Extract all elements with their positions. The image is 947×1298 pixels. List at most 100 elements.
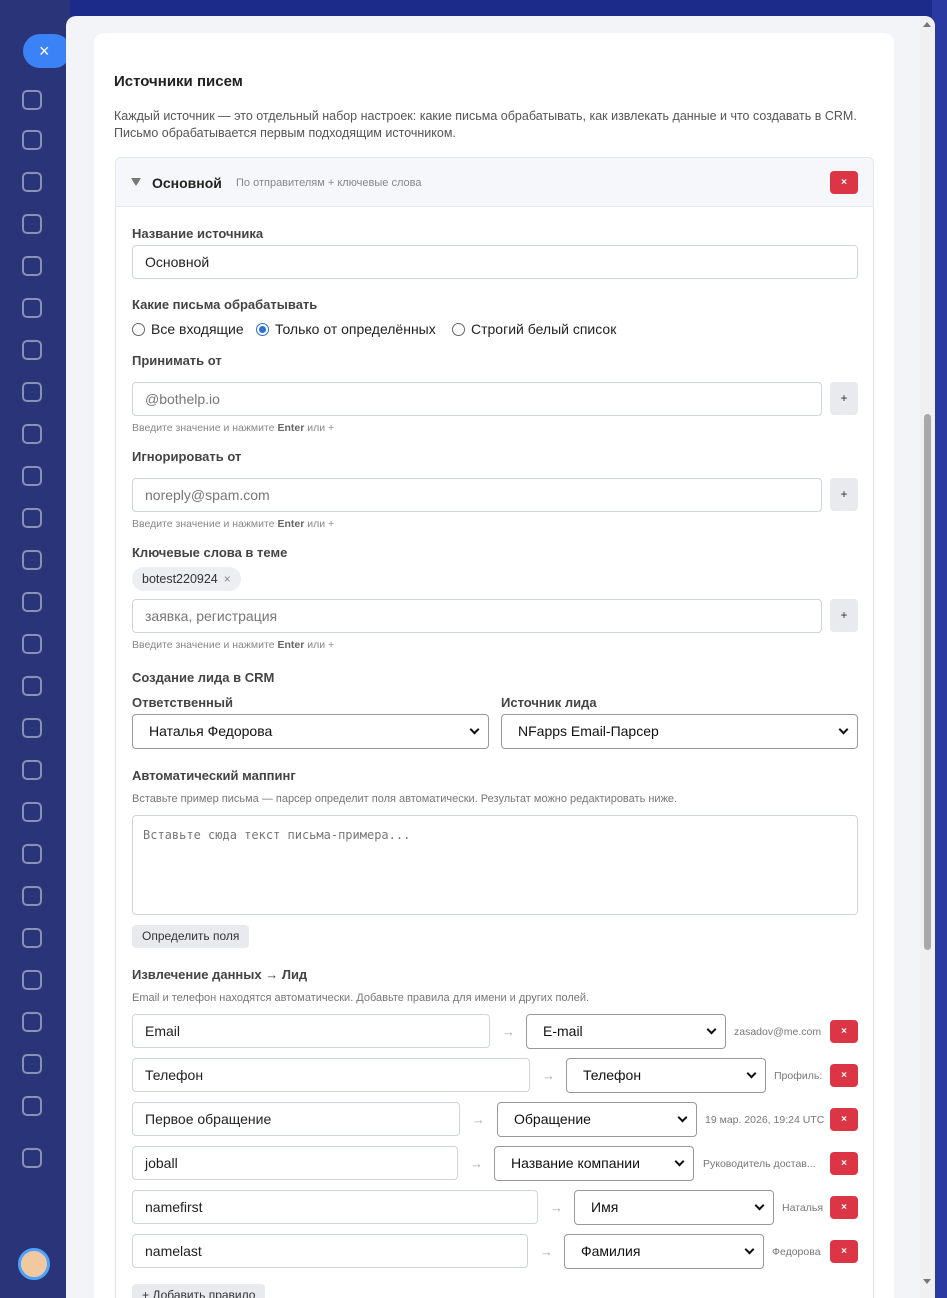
sidebar-icon	[22, 928, 42, 948]
input-hint: Введите значение и нажмите Enter или +	[132, 422, 335, 434]
rule-field-input[interactable]: namefirst	[132, 1190, 538, 1224]
ignore-from-label: Игнорировать от	[132, 449, 242, 464]
rule-target-select[interactable]: Телефон	[566, 1058, 766, 1093]
add-ignore-button[interactable]: +	[830, 478, 858, 511]
source-name-label: Название источника	[132, 226, 264, 241]
scrollbar-thumb[interactable]	[924, 414, 931, 950]
lead-section-title: Создание лида в CRM	[132, 670, 275, 685]
sidebar-icon	[22, 1012, 42, 1032]
keywords-input[interactable]: заявка, регистрация	[132, 599, 822, 633]
rule-arrow-icon: →	[472, 1112, 485, 1127]
rule-target-select[interactable]: Обращение	[497, 1102, 697, 1137]
source-name: Основной	[152, 175, 222, 191]
sidebar-icon	[22, 90, 42, 110]
ignore-from-input[interactable]: noreply@spam.com	[132, 478, 822, 512]
rule-target-select[interactable]: Имя	[574, 1190, 774, 1225]
rule-field-input[interactable]: namelast	[132, 1234, 528, 1268]
remove-chip-icon[interactable]: ×	[224, 572, 231, 586]
delete-rule-button[interactable]: ×	[830, 1152, 858, 1175]
source-header[interactable]: Основной По отправителям + ключевые слов…	[116, 158, 873, 207]
sidebar-icon	[22, 592, 42, 612]
chevron-down-icon	[746, 1068, 757, 1079]
accept-from-label: Принимать от	[132, 353, 222, 368]
close-icon: ×	[841, 1070, 847, 1081]
rule-target-select[interactable]: Фамилия	[564, 1234, 764, 1269]
rule-arrow-icon: →	[502, 1024, 515, 1039]
sample-email-textarea[interactable]: Вставьте сюда текст письма-примера...	[132, 815, 858, 915]
page-title: Источники писем	[114, 73, 243, 90]
rule-target-select[interactable]: Название компании	[494, 1146, 694, 1181]
delete-rule-button[interactable]: ×	[830, 1020, 858, 1043]
chevron-down-icon	[469, 724, 480, 735]
lead-source-select[interactable]: NFapps Email-Парсер	[501, 714, 858, 749]
sources-card: Источники писем Каждый источник — это от…	[94, 33, 894, 1298]
close-icon: ×	[841, 1202, 847, 1213]
radio-label[interactable]: Только от определённых	[275, 321, 436, 337]
sidebar-icon	[22, 172, 42, 192]
add-keyword-button[interactable]: +	[830, 599, 858, 632]
automap-title: Автоматический маппинг	[132, 768, 296, 783]
sidebar-icon	[22, 1054, 42, 1074]
responsible-select[interactable]: Наталья Федорова	[132, 714, 489, 749]
close-modal-button[interactable]: ×	[23, 34, 71, 68]
rule-field-input[interactable]: Первое обращение	[132, 1102, 460, 1136]
chevron-down-icon	[706, 1024, 717, 1035]
delete-rule-button[interactable]: ×	[830, 1196, 858, 1219]
sidebar-icon	[22, 802, 42, 822]
automap-description: Вставьте пример письма — парсер определи…	[132, 793, 678, 805]
close-icon: ×	[841, 1246, 847, 1257]
close-icon: ×	[841, 1026, 847, 1037]
keyword-chip: botest220924 ×	[132, 567, 241, 591]
sidebar-icon	[22, 298, 42, 318]
source-panel: Основной По отправителям + ключевые слов…	[115, 157, 874, 1298]
sidebar-icon	[22, 970, 42, 990]
rule-arrow-icon: →	[550, 1200, 563, 1215]
rule-target-select[interactable]: E-mail	[526, 1014, 726, 1049]
close-icon: ×	[841, 177, 847, 188]
rule-field-input[interactable]: Email	[132, 1014, 490, 1048]
avatar[interactable]	[18, 1248, 50, 1280]
delete-rule-button[interactable]: ×	[830, 1064, 858, 1087]
radio-only-specific[interactable]	[256, 323, 269, 336]
rule-sample-value: Наталья	[782, 1202, 824, 1214]
responsible-label: Ответственный	[132, 695, 233, 710]
sidebar-icon	[22, 760, 42, 780]
delete-rule-button[interactable]: ×	[830, 1240, 858, 1263]
sidebar-icon	[22, 550, 42, 570]
rule-field-input[interactable]: joball	[132, 1146, 458, 1180]
filter-radio-group: Все входящие Только от определённых Стро…	[132, 321, 732, 339]
radio-strict-whitelist[interactable]	[452, 323, 465, 336]
add-rule-button[interactable]: + Добавить правило	[132, 1284, 266, 1298]
radio-label[interactable]: Строгий белый список	[471, 321, 616, 337]
sidebar-icon	[22, 1096, 42, 1116]
rule-arrow-icon: →	[470, 1156, 483, 1171]
add-accept-button[interactable]: +	[830, 382, 858, 415]
input-hint: Введите значение и нажмите Enter или +	[132, 639, 335, 651]
delete-source-button[interactable]: ×	[830, 171, 858, 194]
filter-label: Какие письма обрабатывать	[132, 297, 318, 312]
sidebar-icon	[22, 1148, 42, 1168]
radio-all-incoming[interactable]	[132, 323, 145, 336]
close-icon: ×	[841, 1114, 847, 1125]
chevron-down-icon	[744, 1244, 755, 1255]
extraction-description: Email и телефон находятся автоматически.…	[132, 992, 590, 1004]
delete-rule-button[interactable]: ×	[830, 1108, 858, 1131]
radio-label[interactable]: Все входящие	[151, 321, 244, 337]
scroll-up-icon[interactable]	[923, 22, 931, 27]
sidebar-icon	[22, 718, 42, 738]
rule-sample-value: Профиль:	[774, 1070, 823, 1082]
sidebar-icon	[22, 844, 42, 864]
accept-from-input[interactable]: @bothelp.io	[132, 382, 822, 416]
source-mode: По отправителям + ключевые слова	[236, 177, 422, 189]
rule-field-input[interactable]: Телефон	[132, 1058, 530, 1092]
input-hint: Введите значение и нажмите Enter или +	[132, 518, 335, 530]
collapse-triangle-icon[interactable]	[131, 178, 141, 186]
background-sidebar	[0, 0, 70, 1298]
modal-scrollbar[interactable]	[920, 16, 935, 1298]
detect-fields-button[interactable]: Определить поля	[132, 925, 250, 948]
sidebar-icon	[22, 466, 42, 486]
sidebar-icon	[22, 214, 42, 234]
source-name-input[interactable]: Основной	[132, 245, 858, 279]
scroll-down-icon[interactable]	[923, 1279, 931, 1284]
chevron-down-icon	[838, 724, 849, 735]
